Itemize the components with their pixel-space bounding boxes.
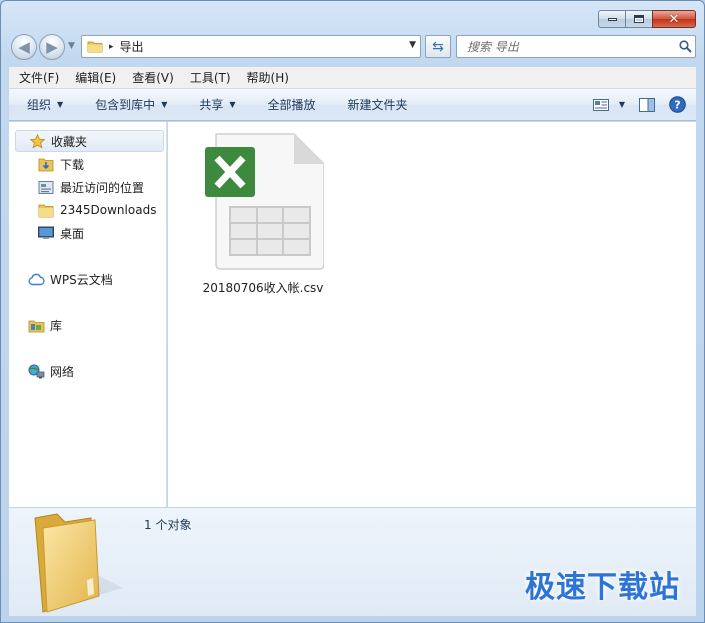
caret-down-icon: ▼ bbox=[57, 100, 64, 109]
sidebar-item-network[interactable]: 网络 bbox=[27, 360, 74, 382]
network-icon bbox=[27, 363, 45, 379]
sidebar-item-label: 下载 bbox=[60, 157, 85, 172]
folder-large-icon bbox=[34, 513, 123, 613]
explorer-window: ✕ ◀ ▶ ▼ ▸ 导出 ▼ ⇆ 搜索 导出 文件(F) 编辑(E) 查看(V)… bbox=[0, 0, 705, 623]
folder-icon bbox=[87, 41, 103, 53]
organize-label: 组织 bbox=[27, 98, 52, 112]
sidebar-item-label: WPS云文档 bbox=[50, 272, 113, 287]
refresh-icon: ⇆ bbox=[432, 38, 444, 55]
menu-view[interactable]: 查看(V) bbox=[124, 67, 182, 88]
maximize-icon bbox=[634, 15, 644, 23]
desktop-icon bbox=[37, 225, 55, 241]
sidebar-item-recent-places[interactable]: 最近访问的位置 bbox=[37, 176, 144, 198]
caret-down-icon: ▼ bbox=[229, 100, 236, 109]
recent-pages-dropdown[interactable]: ▼ bbox=[68, 41, 75, 51]
preview-pane-button[interactable] bbox=[639, 97, 655, 112]
change-view-button[interactable]: ▼ bbox=[592, 98, 625, 111]
download-folder-icon bbox=[37, 156, 55, 172]
search-input[interactable] bbox=[465, 38, 675, 55]
close-icon: ✕ bbox=[668, 11, 680, 27]
file-name[interactable]: 20180706收入帐.csv bbox=[198, 279, 328, 296]
sidebar-item-label: 桌面 bbox=[60, 226, 85, 241]
svg-text:?: ? bbox=[674, 99, 680, 112]
sidebar-item-label: 库 bbox=[50, 318, 63, 333]
sidebar-item-label: 网络 bbox=[50, 364, 75, 379]
sidebar-item-label: 收藏夹 bbox=[51, 134, 88, 149]
library-icon bbox=[27, 317, 45, 333]
new-folder-button[interactable]: 新建文件夹 bbox=[330, 89, 422, 120]
share-button[interactable]: 共享 ▼ bbox=[181, 89, 249, 120]
menu-help[interactable]: 帮助(H) bbox=[239, 67, 297, 88]
help-icon: ? bbox=[669, 96, 686, 113]
arrow-right-icon: ▶ bbox=[46, 38, 58, 56]
file-item[interactable]: 20180706收入帐.csv bbox=[198, 130, 328, 296]
sidebar-item-2345downloads[interactable]: 2345Downloads bbox=[37, 199, 156, 221]
arrow-left-icon: ◀ bbox=[18, 38, 30, 56]
close-button[interactable]: ✕ bbox=[652, 10, 696, 28]
navigation-pane: 收藏夹 下载 最近访问的位置 2345Downloads 桌面 WPS云文档 库… bbox=[9, 122, 167, 507]
caption-buttons: ✕ bbox=[598, 10, 696, 28]
cloud-icon bbox=[27, 271, 45, 287]
view-icon bbox=[592, 98, 609, 111]
sidebar-item-desktop[interactable]: 桌面 bbox=[37, 222, 84, 244]
breadcrumb-separator[interactable]: ▸ bbox=[109, 42, 114, 52]
share-label: 共享 bbox=[199, 98, 224, 112]
play-all-label: 全部播放 bbox=[267, 98, 316, 112]
include-in-library-button[interactable]: 包含到库中 ▼ bbox=[77, 89, 181, 120]
breadcrumb-current-folder[interactable]: 导出 bbox=[120, 38, 144, 55]
watermark: 极速下载站 bbox=[525, 570, 680, 605]
navigation-bar: ◀ ▶ ▼ ▸ 导出 ▼ ⇆ bbox=[9, 33, 696, 61]
sidebar-item-label: 2345Downloads bbox=[60, 203, 157, 217]
menu-edit[interactable]: 编辑(E) bbox=[67, 67, 124, 88]
minimize-icon bbox=[607, 17, 617, 21]
menu-bar: 文件(F) 编辑(E) 查看(V) 工具(T) 帮助(H) bbox=[9, 67, 696, 89]
address-history-dropdown[interactable]: ▼ bbox=[409, 40, 416, 50]
sidebar-item-label: 最近访问的位置 bbox=[60, 180, 145, 195]
back-button[interactable]: ◀ bbox=[11, 34, 37, 60]
details-pane: 1 个对象 极速下载站 bbox=[9, 507, 696, 616]
sidebar-item-downloads[interactable]: 下载 bbox=[37, 153, 84, 175]
minimize-button[interactable] bbox=[598, 10, 625, 28]
excel-csv-icon bbox=[205, 133, 325, 270]
play-all-button[interactable]: 全部播放 bbox=[250, 89, 330, 120]
include-in-library-label: 包含到库中 bbox=[95, 98, 156, 112]
caret-down-icon: ▼ bbox=[161, 100, 168, 109]
maximize-button[interactable] bbox=[625, 10, 652, 28]
sidebar-item-favorites[interactable]: 收藏夹 bbox=[15, 130, 164, 152]
new-folder-label: 新建文件夹 bbox=[347, 98, 408, 112]
forward-button[interactable]: ▶ bbox=[39, 34, 65, 60]
recent-places-icon bbox=[37, 179, 55, 195]
command-bar: 组织 ▼ 包含到库中 ▼ 共享 ▼ 全部播放 新建文件夹 ▼ ? bbox=[9, 89, 696, 121]
organize-button[interactable]: 组织 ▼ bbox=[9, 89, 77, 120]
address-bar[interactable]: ▸ 导出 ▼ bbox=[81, 35, 421, 58]
folder-icon bbox=[37, 202, 55, 218]
search-box[interactable] bbox=[456, 35, 696, 58]
help-button[interactable]: ? bbox=[669, 96, 686, 113]
sidebar-item-libraries[interactable]: 库 bbox=[27, 314, 62, 336]
view-controls: ▼ ? bbox=[579, 89, 686, 120]
preview-pane-icon bbox=[639, 97, 655, 112]
menu-file[interactable]: 文件(F) bbox=[11, 67, 67, 88]
search-icon[interactable] bbox=[675, 40, 695, 53]
item-count: 1 个对象 bbox=[144, 518, 192, 532]
refresh-button[interactable]: ⇆ bbox=[425, 35, 451, 58]
caret-down-icon: ▼ bbox=[618, 100, 625, 109]
menu-tools[interactable]: 工具(T) bbox=[182, 67, 239, 88]
file-list[interactable]: 20180706收入帐.csv bbox=[168, 122, 696, 507]
star-icon bbox=[28, 133, 46, 149]
sidebar-item-wps-cloud[interactable]: WPS云文档 bbox=[27, 268, 113, 290]
